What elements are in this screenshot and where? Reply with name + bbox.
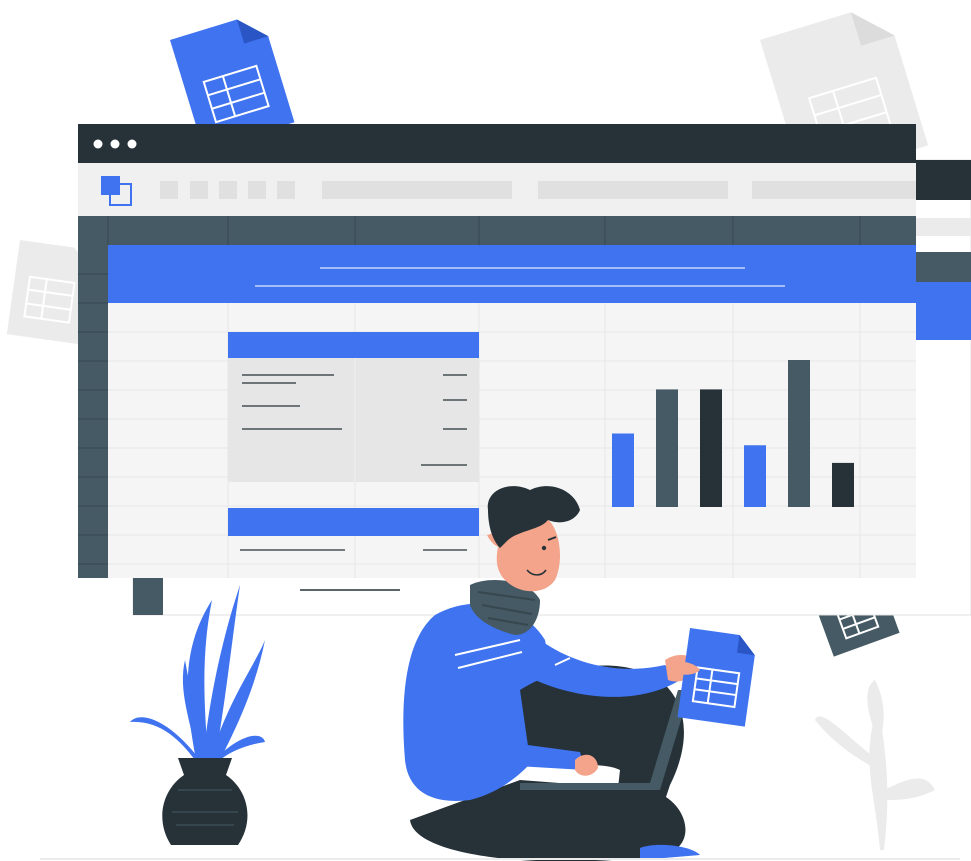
toolbar-field [538,181,728,199]
plant-icon [815,680,935,850]
plant-icon [130,585,265,845]
title-bar [78,124,916,163]
row-header [78,245,108,578]
column-header [78,216,916,245]
spreadsheet-file-icon [677,628,755,727]
chart-bar [744,445,766,507]
chart-bar [832,462,854,507]
toolbar-field [752,181,916,199]
window-dot [127,139,137,149]
window-dot [110,139,120,149]
spreadsheet-illustration [0,0,971,861]
formula-bar [322,181,512,199]
chart-bar [612,433,634,507]
window-dot [93,139,103,149]
header-band [108,245,916,303]
data-table [228,332,479,551]
chart-bar [656,389,678,507]
chart-bar [788,360,810,507]
chart-bar [700,389,722,507]
